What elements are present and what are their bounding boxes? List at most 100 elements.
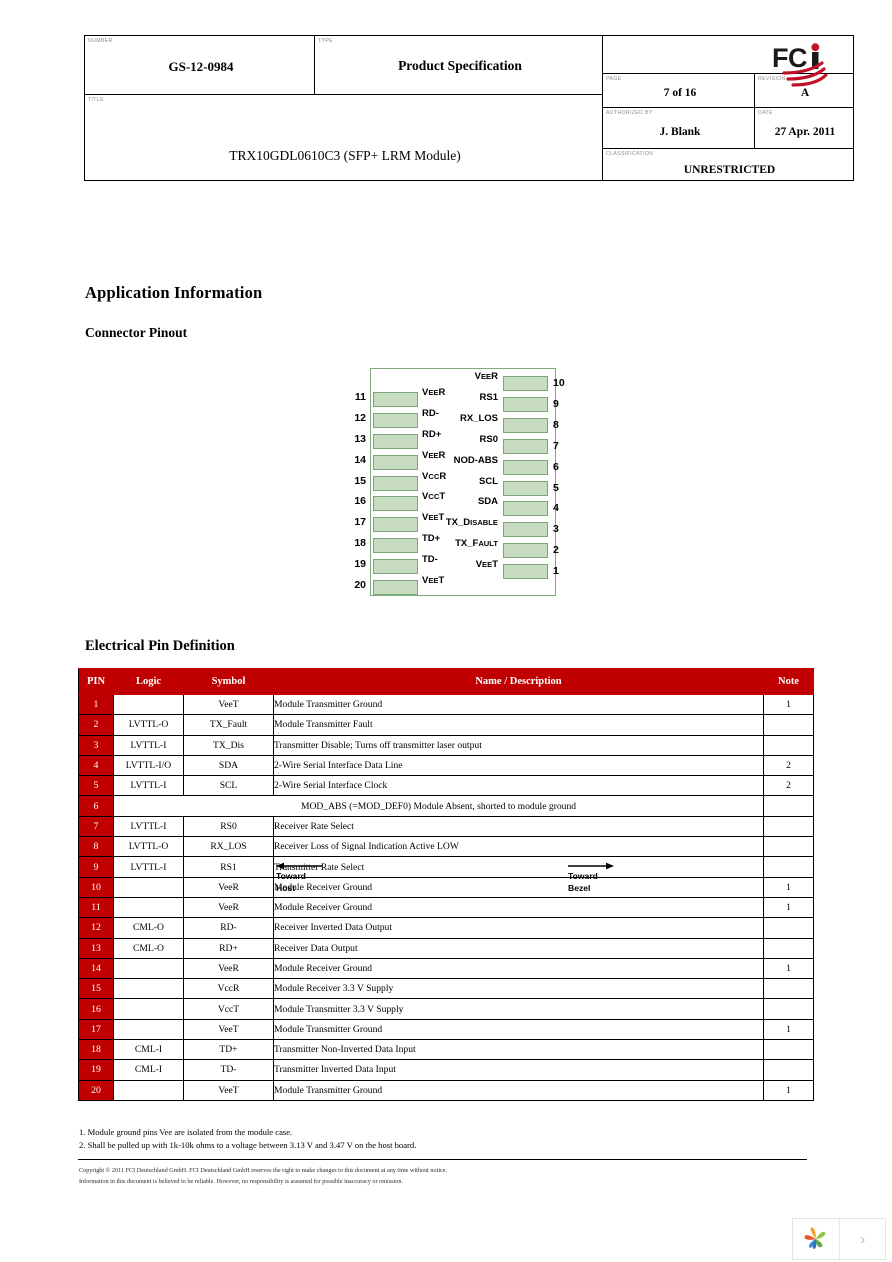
column-header-pin: PIN [78, 668, 114, 695]
cell-pin-number: 1 [78, 693, 114, 716]
electrical-pin-definition-table: PIN Logic Symbol Name / Description Note… [78, 668, 814, 1101]
cell-symbol: RS1 [183, 856, 274, 878]
pin-pad-right-8 [503, 417, 548, 433]
pin-pad-right-10 [503, 376, 548, 391]
cell-symbol: VccT [183, 998, 274, 1020]
status-badge: UNRESTRICTED [683, 164, 776, 176]
cell-note [763, 1059, 814, 1081]
table-row: 6 MOD_ABS (=MOD_DEF0) Module Absent, shor… [78, 795, 814, 817]
cell-pin-number: 7 [78, 815, 114, 838]
cell-logic: LVTTL-I [113, 815, 184, 838]
header-cell-date: DATE 27 Apr. 2011 [755, 108, 852, 148]
header-cell-authorized-by: AUTHORIZED BY J. Blank [603, 108, 755, 148]
pin-label-20: VEET [422, 575, 445, 586]
table-footnotes: 1. Module ground pins Vee are isolated f… [79, 1126, 416, 1152]
cell-symbol: TX_Fault [183, 714, 274, 736]
cell-symbol: VeeT [183, 1079, 274, 1101]
pin-label-9: RS1 [479, 391, 498, 403]
pin-pad-right-4 [503, 501, 548, 517]
table-row: 19 CML-I TD- Transmitter Inverted Data Inpu… [78, 1059, 814, 1081]
table-row: 20 VeeT Module Transmitter Ground 1 [78, 1079, 814, 1101]
table-row: 12 CML-O RD- Receiver Inverted Data Output [78, 917, 814, 939]
cell-name-description: 2-Wire Serial Interface Clock [273, 775, 764, 797]
cell-name-description: Module Transmitter Ground [273, 1079, 764, 1101]
cell-symbol: TX_Dis [183, 734, 274, 756]
cell-name-description: 2-Wire Serial Interface Data Line [273, 754, 764, 777]
page-navigation-widget[interactable]: › [792, 1218, 886, 1260]
cell-note [763, 937, 814, 959]
header-authorized-label: AUTHORIZED BY [606, 110, 653, 116]
header-date-value: 27 Apr. 2011 [774, 126, 836, 138]
pin-pad-right-2 [503, 543, 548, 559]
cell-note: 1 [763, 896, 814, 919]
cell-symbol: SCL [183, 775, 274, 797]
svg-text:FC: FC [772, 43, 807, 73]
document-header-block: NUMBER GS-12-0984 TYPE Product Specifica… [84, 35, 854, 181]
header-page-label: PAGE [606, 76, 622, 82]
cell-note [763, 917, 814, 939]
pin-number-7: 7 [553, 439, 559, 452]
cell-logic: CML-I [113, 1059, 184, 1081]
cell-note [763, 836, 814, 858]
page-title: TRX10GDL0610C3 (SFP+ LRM Module) [229, 148, 461, 163]
cell-name-description: Transmitter Non-Inverted Data Input [273, 1039, 764, 1061]
cell-symbol: TD- [183, 1059, 274, 1081]
pin-number-4: 4 [553, 502, 559, 515]
table-row: 9 LVTTL-I RS1 Transmitter Rate Select [78, 856, 814, 878]
cell-name-description: Module Transmitter 3.3 V Supply [273, 998, 764, 1020]
header-type-label: TYPE [318, 38, 333, 44]
pin-label-4: SDA [477, 496, 498, 508]
cell-note [763, 795, 814, 817]
pinwheel-logo-icon[interactable] [793, 1219, 841, 1259]
cell-note [763, 978, 814, 1000]
header-number-label: NUMBER [88, 38, 113, 44]
cell-note [763, 998, 814, 1020]
cell-name-description: Transmitter Disable; Turns off transmitt… [273, 734, 764, 756]
table-row: 14 VeeR Module Receiver Ground 1 [78, 957, 814, 980]
column-header-logic: Logic [113, 668, 184, 695]
heading-electrical-pin-definition: Electrical Pin Definition [85, 638, 235, 654]
cell-pin-number: 16 [78, 998, 114, 1020]
cell-symbol: RS0 [183, 815, 274, 838]
table-body: 1 VeeT Module Transmitter Ground 1 2 LVTTL-O T… [78, 693, 814, 1101]
pin-number-3: 3 [553, 523, 559, 536]
cell-symbol: VccR [183, 978, 274, 1000]
cell-pin-number: 8 [78, 836, 114, 858]
header-cell-type: TYPE Product Specification [315, 36, 602, 94]
pin-number-20: 20 [354, 579, 366, 591]
table-header-row: PIN Logic Symbol Name / Description Note [78, 668, 814, 695]
cell-name-description: Module Transmitter Fault [273, 714, 764, 736]
cell-name-description: Receiver Loss of Signal Indication Activ… [273, 836, 764, 858]
header-title-label: TITLE [88, 97, 104, 103]
table-row: 16 VccT Module Transmitter 3.3 V Supply [78, 998, 814, 1020]
header-type-value: Product Specification [398, 58, 522, 73]
cell-pin-number: 15 [78, 978, 114, 1000]
fci-logo: FC [760, 37, 853, 95]
pin-number-8: 8 [553, 418, 559, 431]
footnote-2: 2. Shall be pulled up with 1k-10k ohms t… [79, 1140, 417, 1150]
cell-logic: CML-O [113, 937, 184, 959]
header-cell-number: NUMBER GS-12-0984 [85, 36, 315, 94]
cell-logic [113, 978, 184, 1000]
pin-label-10: VEER [474, 371, 498, 382]
table-row: 8 LVTTL-O RX_LOS Receiver Loss of Signal In… [78, 836, 814, 858]
table-row: 2 LVTTL-O TX_Fault Module Transmitter Fault [78, 714, 814, 736]
header-left-column: NUMBER GS-12-0984 TYPE Product Specifica… [85, 36, 603, 180]
cell-logic: CML-O [113, 917, 184, 939]
pin-number-1: 1 [553, 565, 559, 578]
header-page-value: 7 of 16 [663, 87, 697, 99]
cell-note [763, 815, 814, 838]
cell-logic [113, 1018, 184, 1041]
cell-symbol: VeeT [183, 1018, 274, 1041]
cell-note [763, 714, 814, 736]
header-cell-page: PAGE 7 of 16 [603, 74, 755, 107]
next-page-button[interactable]: › [840, 1219, 885, 1259]
cell-note: 2 [763, 754, 814, 777]
cell-logic [113, 896, 184, 919]
column-header-note: Note [763, 668, 814, 695]
pin-label-2: TX_FAULT [455, 538, 498, 550]
cell-symbol: VeeR [183, 896, 274, 919]
cell-logic: LVTTL-I/O [113, 754, 184, 777]
header-date-label: DATE [758, 110, 773, 116]
cell-pin-number: 18 [78, 1039, 114, 1061]
